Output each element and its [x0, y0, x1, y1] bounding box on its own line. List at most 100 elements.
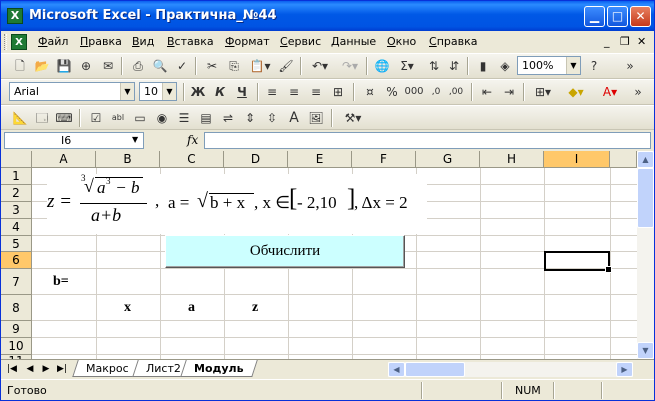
scroll-up-button[interactable]: ▲	[637, 151, 654, 168]
column-header-e[interactable]: E	[288, 151, 352, 168]
hyperlink-icon[interactable]: 🌐	[373, 57, 391, 75]
thousands-button[interactable]: 000	[403, 83, 425, 101]
next-sheet-icon[interactable]: ▶	[39, 362, 53, 376]
formula-input[interactable]	[204, 132, 651, 149]
drawing-icon[interactable]: ◈	[496, 57, 514, 75]
toolbar-options-icon[interactable]: »	[629, 83, 647, 101]
spelling-icon[interactable]: ✓	[173, 57, 191, 75]
chevron-down-icon[interactable]: ▼	[566, 57, 580, 74]
row-header-3[interactable]: 3	[1, 202, 32, 219]
currency-icon[interactable]: ¤	[361, 83, 379, 101]
scroll-left-button[interactable]: ◀	[388, 362, 405, 377]
properties-icon[interactable]: 🗔	[33, 109, 51, 127]
close-button[interactable]: ✕	[630, 6, 651, 27]
open-icon[interactable]: 📂	[33, 57, 51, 75]
minimize-button[interactable]: ▁	[584, 6, 605, 27]
menu-edit[interactable]: Правка	[80, 35, 122, 48]
row-header-4[interactable]: 4	[1, 219, 32, 236]
excel-icon[interactable]: X	[7, 8, 23, 24]
horizontal-scroll-thumb[interactable]	[405, 362, 465, 377]
font-size-select[interactable]: 10 ▼	[139, 82, 177, 101]
borders-icon[interactable]: ⊞▾	[531, 83, 555, 101]
name-box[interactable]: I6	[4, 132, 144, 149]
decrease-decimal-icon[interactable]: ,00	[447, 83, 465, 101]
new-icon[interactable]: 🗋	[11, 57, 29, 75]
first-sheet-icon[interactable]: |◀	[5, 362, 19, 376]
increase-indent-icon[interactable]: ⇥	[500, 83, 518, 101]
horizontal-scrollbar[interactable]: ◀ ▶	[388, 362, 633, 377]
row-header-7[interactable]: 7	[1, 269, 32, 295]
merge-center-icon[interactable]: ⊞	[329, 83, 347, 101]
more-controls-icon[interactable]: ⚒▾	[339, 109, 367, 127]
option-button-control-icon[interactable]: ◉	[153, 109, 171, 127]
title-bar[interactable]: X Microsoft Excel - Практична_№44 ▁ □ ✕	[1, 1, 654, 31]
undo-icon[interactable]: ↶▾	[307, 57, 333, 75]
image-control-icon[interactable]: 🖼	[307, 109, 325, 127]
autosum-icon[interactable]: Σ▾	[395, 57, 419, 75]
menu-help[interactable]: Справка	[429, 35, 477, 48]
print-preview-icon[interactable]: 🔍	[151, 57, 169, 75]
menu-format[interactable]: Формат	[225, 35, 270, 48]
email-icon[interactable]: ✉	[99, 57, 117, 75]
menu-tools[interactable]: Сервис	[280, 35, 321, 48]
spin-button-control-icon[interactable]: ⇕	[241, 109, 259, 127]
cell-d8-z-header[interactable]: z	[252, 300, 258, 316]
row-header-9[interactable]: 9	[1, 321, 32, 338]
column-header-i[interactable]: I	[544, 151, 610, 168]
command-button-control-icon[interactable]: ▭	[131, 109, 149, 127]
menu-file[interactable]: Файл	[38, 35, 68, 48]
align-center-icon[interactable]: ≡	[285, 83, 303, 101]
column-header-f[interactable]: F	[352, 151, 416, 168]
cell-a7-b-label[interactable]: b=	[53, 274, 69, 290]
italic-button[interactable]: К	[211, 83, 229, 101]
design-mode-icon[interactable]: 📐	[11, 109, 29, 127]
row-header-5[interactable]: 5	[1, 236, 32, 252]
copy-icon[interactable]: ⎘	[225, 57, 243, 75]
print-icon[interactable]: ⎙	[129, 57, 147, 75]
menu-data[interactable]: Данные	[331, 35, 376, 48]
insert-function-icon[interactable]: fx	[187, 133, 198, 147]
select-all-corner[interactable]	[1, 151, 32, 168]
last-sheet-icon[interactable]: ▶|	[55, 362, 69, 376]
chevron-down-icon[interactable]: ▼	[162, 83, 176, 100]
menu-window[interactable]: Окно	[387, 35, 416, 48]
row-header-2[interactable]: 2	[1, 185, 32, 202]
cell-c8-a-header[interactable]: a	[188, 300, 195, 316]
worksheet-grid[interactable]: A B C D E F G H I 1 2 3 4 5 6 7 8 9 10 1…	[1, 151, 637, 359]
font-name-select[interactable]: Arial ▼	[9, 82, 135, 101]
calculate-button[interactable]: Обчислити	[165, 235, 405, 268]
combobox-control-icon[interactable]: ▤	[197, 109, 215, 127]
menu-insert[interactable]: Вставка	[167, 35, 214, 48]
zoom-select[interactable]: 100% ▼	[517, 56, 581, 75]
column-header-a[interactable]: A	[32, 151, 96, 168]
doc-restore-button[interactable]: ❐	[620, 35, 630, 48]
percent-button[interactable]: %	[383, 83, 401, 101]
scroll-down-button[interactable]: ▼	[637, 342, 654, 359]
row-header-8[interactable]: 8	[1, 295, 32, 321]
fill-color-icon[interactable]: ◆▾	[563, 83, 589, 101]
font-color-icon[interactable]: A▾	[597, 83, 623, 101]
column-header-next[interactable]	[610, 151, 637, 168]
column-header-d[interactable]: D	[224, 151, 288, 168]
doc-close-button[interactable]: ✕	[637, 35, 646, 48]
textbox-control-icon[interactable]: abl	[109, 109, 127, 127]
menu-view[interactable]: Вид	[132, 35, 154, 48]
align-right-icon[interactable]: ≡	[307, 83, 325, 101]
toolbar-options-icon[interactable]: »	[621, 57, 639, 75]
increase-decimal-icon[interactable]: ,0	[427, 83, 445, 101]
row-header-6[interactable]: 6	[1, 252, 32, 269]
scroll-right-button[interactable]: ▶	[616, 362, 633, 377]
active-cell-i6[interactable]	[544, 251, 612, 273]
sort-descending-icon[interactable]: ⇵	[445, 57, 463, 75]
scrollbar-control-icon[interactable]: ⇳	[263, 109, 281, 127]
chart-wizard-icon[interactable]: ▮	[474, 57, 492, 75]
sheet-tab-module[interactable]: Модуль	[180, 360, 258, 377]
vertical-scroll-thumb[interactable]	[637, 168, 654, 228]
sort-ascending-icon[interactable]: ⇅	[425, 57, 443, 75]
save-icon[interactable]: 💾	[55, 57, 73, 75]
prev-sheet-icon[interactable]: ◀	[23, 362, 37, 376]
underline-button[interactable]: Ч	[233, 83, 251, 101]
column-header-h[interactable]: H	[480, 151, 544, 168]
row-header-1[interactable]: 1	[1, 168, 32, 185]
view-code-icon[interactable]: ⌨	[55, 109, 73, 127]
